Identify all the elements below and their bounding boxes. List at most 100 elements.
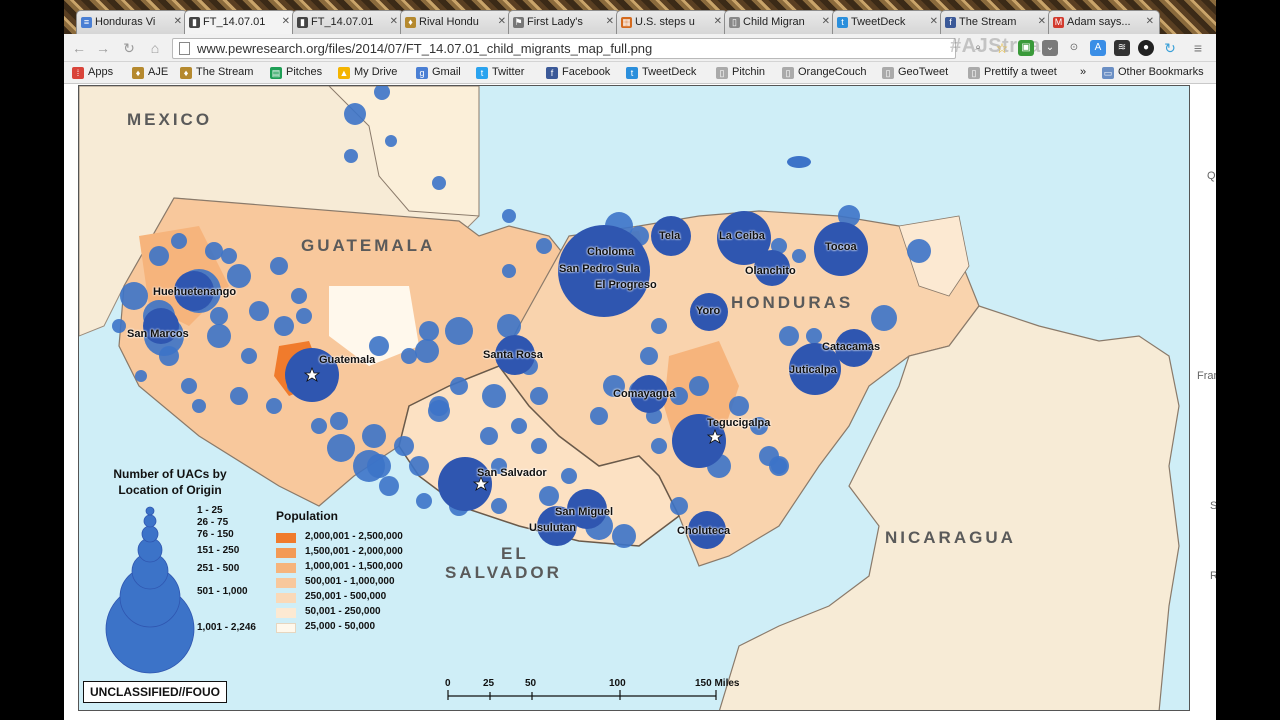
tab-label: FT_14.07.01 [203, 16, 266, 28]
close-icon[interactable]: ✕ [1038, 16, 1046, 27]
bookmark-prettify[interactable]: ▯ Prettify a tweet [968, 66, 1057, 79]
tweetdeck-icon: t [837, 17, 848, 28]
tab-label: TweetDeck [851, 16, 906, 28]
tab-4[interactable]: ♦ Rival Hondu ✕ [400, 10, 512, 34]
uac-legend-class: 1,001 - 2,246 [197, 622, 256, 633]
tab-6[interactable]: ▦ U.S. steps u ✕ [616, 10, 728, 34]
twitter-icon: t [476, 67, 488, 79]
tweetdeck-icon: t [626, 67, 638, 79]
close-icon[interactable]: ✕ [282, 16, 290, 27]
extension-icon[interactable]: ▣ [1018, 40, 1034, 56]
close-icon[interactable]: ✕ [930, 16, 938, 27]
address-bar[interactable]: www.pewresearch.org/files/2014/07/FT_14.… [172, 38, 956, 59]
close-icon[interactable]: ✕ [714, 16, 722, 27]
search-icon[interactable]: ⌕ [970, 40, 986, 56]
scale-label: 0 [445, 678, 451, 689]
uac-legend-circles [105, 506, 195, 674]
country-label-nicaragua: NICARAGUA [885, 528, 1016, 547]
back-icon[interactable]: ← [70, 39, 88, 57]
bookmark-facebook[interactable]: f Facebook [546, 66, 610, 79]
tab-7[interactable]: ▯ Child Migran ✕ [724, 10, 836, 34]
bookmarks-overflow[interactable]: » [1080, 66, 1086, 78]
country-label-el: EL [501, 544, 529, 563]
facebook-icon: f [945, 17, 956, 28]
population-class-label: 50,001 - 250,000 [305, 606, 381, 617]
lock-icon[interactable]: ⊙ [1066, 40, 1082, 56]
bookmark-tweetdeck[interactable]: t TweetDeck [626, 66, 696, 79]
population-swatch [276, 563, 296, 573]
google-icon: g [416, 67, 428, 79]
tab-9[interactable]: f The Stream ✕ [940, 10, 1052, 34]
uac-legend-class: 76 - 150 [197, 529, 234, 540]
close-icon[interactable]: ✕ [606, 16, 614, 27]
bookmark-my-drive[interactable]: ▲ My Drive [338, 66, 397, 79]
bookmark-apps[interactable]: ⁞ Apps [72, 66, 113, 79]
bookmark-label: AJE [148, 66, 169, 78]
tab-3[interactable]: ▮ FT_14.07.01 ✕ [292, 10, 404, 34]
tab-1[interactable]: ≡ Honduras Vi ✕ [76, 10, 188, 34]
tab-label: First Lady's [527, 16, 583, 28]
close-icon[interactable]: ✕ [174, 16, 182, 27]
bookmark-aje[interactable]: ♦ AJE [132, 66, 169, 79]
population-class-label: 1,500,001 - 2,000,000 [305, 546, 403, 557]
pocket-icon[interactable]: ⌄ [1042, 40, 1058, 56]
tab-label: FT_14.07.01 [311, 16, 374, 28]
scale-label: 100 [609, 678, 626, 689]
layers-icon[interactable]: ≋ [1114, 40, 1130, 56]
population-swatch [276, 623, 296, 633]
edge-letter: S [1210, 500, 1216, 512]
stream-icon: ♦ [180, 67, 192, 79]
city-label: Juticalpa [789, 364, 837, 376]
bookmark-gmail[interactable]: g Gmail [416, 66, 461, 79]
translate-icon[interactable]: A [1090, 40, 1106, 56]
close-icon[interactable]: ✕ [1146, 16, 1154, 27]
bookmark-twitter[interactable]: t Twitter [476, 66, 524, 79]
sheets-icon: ▤ [270, 67, 282, 79]
page-content: MEXICO GUATEMALA HONDURAS NICARAGUA EL S… [64, 85, 1216, 720]
bookmark-label: OrangeCouch [798, 66, 867, 78]
sync-icon[interactable]: ↻ [1162, 40, 1178, 56]
tab-2[interactable]: ▮ FT_14.07.01 ✕ [184, 10, 296, 35]
forward-icon[interactable]: → [94, 39, 112, 57]
bookmark-geotweet[interactable]: ▯ GeoTweet [882, 66, 948, 79]
aje-icon: ♦ [132, 67, 144, 79]
close-icon[interactable]: ✕ [390, 16, 398, 27]
docs-icon: ≡ [81, 17, 92, 28]
tab-8[interactable]: t TweetDeck ✕ [832, 10, 944, 34]
apps-icon: ⁞ [72, 67, 84, 79]
uac-legend-class: 501 - 1,000 [197, 586, 248, 597]
chart-icon: ▮ [189, 17, 200, 28]
bookmark-pitchin[interactable]: ▯ Pitchin [716, 66, 765, 79]
tab-label: Rival Hondu [419, 16, 479, 28]
bookmark-pitches[interactable]: ▤ Pitches [270, 66, 323, 79]
browser-window: ≡ Honduras Vi ✕ ▮ FT_14.07.01 ✕ ▮ FT_14.… [64, 0, 1216, 720]
tab-label: The Stream [959, 16, 1017, 28]
country-label-salvador: SALVADOR [445, 563, 562, 582]
bookmark-other[interactable]: ▭ Other Bookmarks [1102, 66, 1204, 79]
population-swatch [276, 578, 296, 588]
bookmark-orangecouch[interactable]: ▯ OrangeCouch [782, 66, 867, 79]
city-label: Olanchito [745, 265, 796, 277]
tab-10[interactable]: M Adam says... ✕ [1048, 10, 1160, 34]
chart-icon: ▮ [297, 17, 308, 28]
city-label: Santa Rosa [483, 349, 543, 361]
bookmark-the-stream[interactable]: ♦ The Stream [180, 66, 253, 79]
population-legend-title: Population [276, 509, 338, 523]
menu-icon[interactable]: ≡ [1190, 40, 1206, 56]
reload-icon[interactable]: ↻ [120, 39, 138, 57]
country-label-mexico: MEXICO [127, 110, 213, 129]
bookmark-label: Pitches [286, 66, 323, 78]
star-icon[interactable]: ☆ [994, 40, 1010, 56]
page-icon [179, 42, 190, 55]
page-icon: ▯ [968, 67, 980, 79]
city-label: El Progreso [595, 279, 657, 291]
gmail-icon: M [1053, 17, 1064, 28]
camera-icon[interactable]: ● [1138, 40, 1154, 56]
home-icon[interactable]: ⌂ [146, 39, 164, 57]
population-class-label: 1,000,001 - 1,500,000 [305, 561, 403, 572]
close-icon[interactable]: ✕ [822, 16, 830, 27]
tab-label: U.S. steps u [635, 16, 695, 28]
close-icon[interactable]: ✕ [498, 16, 506, 27]
city-label: San Miguel [555, 506, 614, 518]
tab-5[interactable]: ⚑ First Lady's ✕ [508, 10, 620, 34]
